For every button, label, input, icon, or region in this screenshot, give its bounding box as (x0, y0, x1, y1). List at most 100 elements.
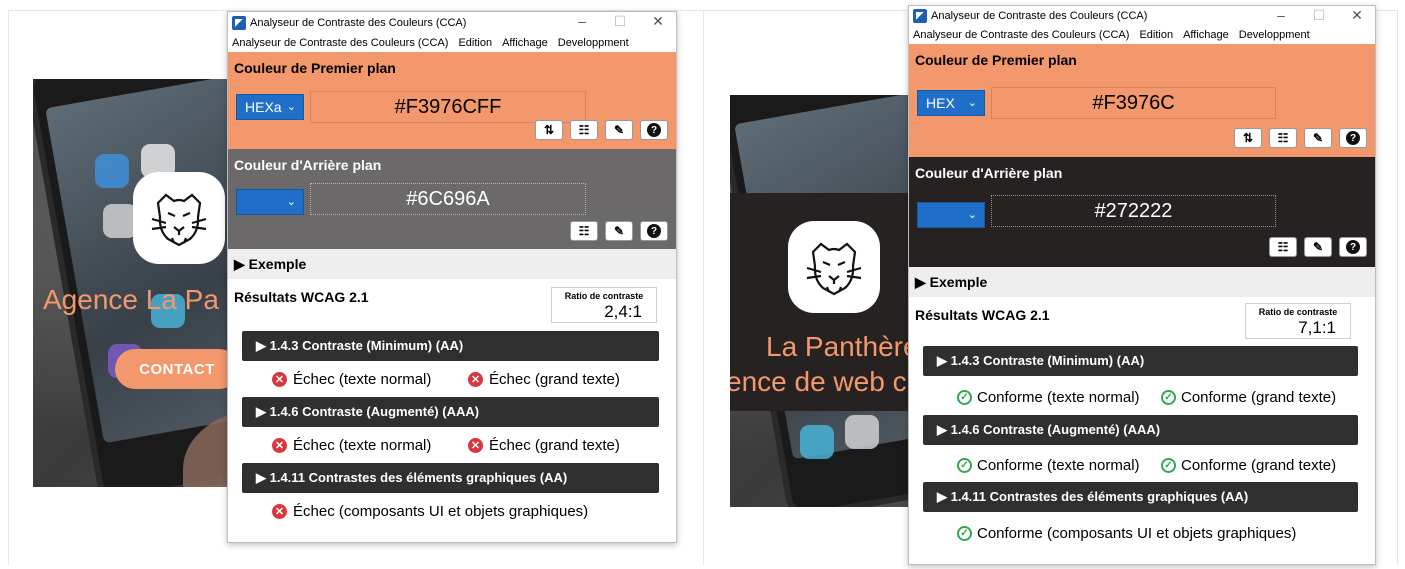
menu-item-affichage[interactable]: Affichage (502, 37, 548, 49)
background-hex-input[interactable]: #6C696A (310, 183, 586, 215)
sliders-button[interactable]: ☷ (570, 120, 598, 140)
criterion-1-4-3[interactable]: ▶ 1.4.3 Contraste (Minimum) (AA) (923, 346, 1358, 376)
window-title: Analyseur de Contraste des Couleurs (CCA… (931, 10, 1148, 22)
help-button[interactable]: ? (1339, 128, 1367, 148)
close-button[interactable]: ✕ (1349, 7, 1365, 24)
panther-logo-icon (806, 242, 862, 296)
foreground-hex-input[interactable]: #F3976C (991, 87, 1276, 119)
result-large-text: ✓ Conforme (grand texte) (1161, 389, 1336, 406)
sliders-button[interactable]: ☷ (1269, 237, 1297, 257)
check-circle-icon: ✓ (1161, 390, 1176, 405)
help-button[interactable]: ? (640, 221, 668, 241)
maximize-button[interactable]: ☐ (1311, 7, 1327, 24)
eyedropper-icon: ✎ (613, 123, 625, 137)
app-icon (95, 154, 129, 188)
cca-window-right: Analyseur de Contraste des Couleurs (CCA… (908, 5, 1376, 565)
ratio-label: Ratio de contraste (564, 291, 644, 301)
background-panel: Couleur d'Arrière plan ⌄ #272222 ☷ ✎ ? (909, 157, 1375, 267)
swap-colors-button[interactable]: ⇅ (535, 120, 563, 140)
center-divider (703, 10, 704, 565)
results-title: Résultats WCAG 2.1 (234, 289, 369, 305)
sliders-button[interactable]: ☷ (570, 221, 598, 241)
error-circle-icon: ✕ (468, 438, 483, 453)
menu-item-affichage[interactable]: Affichage (1183, 29, 1229, 41)
swap-colors-button[interactable]: ⇅ (1234, 128, 1262, 148)
result-label: Échec (grand texte) (489, 371, 620, 388)
help-icon: ? (1346, 131, 1360, 145)
result-label: Conforme (grand texte) (1181, 389, 1337, 406)
cca-window-left: Analyseur de Contraste des Couleurs (CCA… (227, 11, 677, 543)
maximize-button[interactable]: ☐ (612, 13, 628, 30)
background-tools: ☷ ✎ ? (1269, 237, 1367, 257)
menu-bar: Analyseur de Contraste des Couleurs (CCA… (228, 34, 676, 52)
ratio-label: Ratio de contraste (1258, 307, 1338, 317)
background-hex-input[interactable]: #272222 (991, 195, 1276, 227)
criterion-1-4-11[interactable]: ▶ 1.4.11 Contrastes des éléments graphiq… (923, 482, 1358, 512)
sliders-button[interactable]: ☷ (1269, 128, 1297, 148)
result-label: Échec (texte normal) (293, 371, 432, 388)
criterion-1-4-6[interactable]: ▶ 1.4.6 Contraste (Augmenté) (AAA) (923, 415, 1358, 445)
foreground-hex-input[interactable]: #F3976CFF (310, 91, 586, 123)
result-label: Échec (texte normal) (293, 437, 432, 454)
eyedropper-button[interactable]: ✎ (605, 221, 633, 241)
contact-button[interactable]: CONTACT (115, 349, 239, 389)
chevron-down-icon: ⌄ (286, 196, 296, 208)
background-format-select[interactable]: ⌄ (917, 202, 985, 228)
chevron-down-icon: ⌄ (286, 101, 296, 113)
minimize-button[interactable]: – (574, 13, 590, 30)
criterion-1-4-3[interactable]: ▶ 1.4.3 Contraste (Minimum) (AA) (242, 331, 659, 361)
foreground-format-select[interactable]: HEX ⌄ (917, 90, 985, 116)
help-icon: ? (1346, 240, 1360, 254)
check-circle-icon: ✓ (1161, 458, 1176, 473)
cca-app-icon (913, 9, 927, 23)
foreground-title: Couleur de Premier plan (915, 52, 1077, 68)
foreground-format-select[interactable]: HEXa ⌄ (236, 94, 304, 120)
panther-logo (788, 221, 880, 313)
background-tools: ☷ ✎ ? (570, 221, 668, 241)
menu-item-cca[interactable]: Analyseur de Contraste des Couleurs (CCA… (913, 29, 1129, 41)
help-button[interactable]: ? (640, 120, 668, 140)
check-circle-icon: ✓ (957, 526, 972, 541)
close-button[interactable]: ✕ (650, 13, 666, 30)
title-bar: Analyseur de Contraste des Couleurs (CCA… (228, 12, 676, 34)
help-icon: ? (647, 224, 661, 238)
check-circle-icon: ✓ (957, 390, 972, 405)
result-normal-text: ✕ Échec (texte normal) (272, 437, 431, 454)
app-icon (800, 425, 834, 459)
menu-item-cca[interactable]: Analyseur de Contraste des Couleurs (CCA… (232, 37, 448, 49)
site-heading: Agence La Pa (43, 284, 219, 315)
error-circle-icon: ✕ (272, 504, 287, 519)
eyedropper-button[interactable]: ✎ (1304, 128, 1332, 148)
result-large-text: ✕ Échec (grand texte) (468, 437, 620, 454)
menu-item-developpment[interactable]: Developpment (1239, 29, 1310, 41)
swap-icon: ⇅ (543, 123, 555, 137)
eyedropper-button[interactable]: ✎ (605, 120, 633, 140)
panther-logo-icon (151, 193, 207, 247)
result-label: Conforme (texte normal) (977, 389, 1140, 406)
help-button[interactable]: ? (1339, 237, 1367, 257)
example-toggle[interactable]: ▶ Exemple (228, 249, 676, 279)
background-title: Couleur d'Arrière plan (915, 165, 1063, 181)
example-toggle[interactable]: ▶ Exemple (909, 267, 1375, 297)
eyedropper-button[interactable]: ✎ (1304, 237, 1332, 257)
background-format-select[interactable]: ⌄ (236, 189, 304, 215)
menu-item-edition[interactable]: Edition (458, 37, 492, 49)
result-ui-components: ✓ Conforme (composants UI et objets grap… (957, 525, 1296, 542)
chevron-down-icon: ⌄ (967, 209, 977, 221)
criterion-1-4-11[interactable]: ▶ 1.4.11 Contrastes des éléments graphiq… (242, 463, 659, 493)
result-normal-text: ✓ Conforme (texte normal) (957, 389, 1140, 406)
result-label: Conforme (texte normal) (977, 457, 1140, 474)
menu-item-developpment[interactable]: Developpment (558, 37, 629, 49)
foreground-panel: Couleur de Premier plan HEXa ⌄ #F3976CFF… (228, 52, 676, 149)
site-heading: La Panthère (766, 331, 919, 362)
sliders-icon: ☷ (578, 224, 590, 238)
panther-logo (133, 172, 225, 264)
sliders-icon: ☷ (1277, 240, 1289, 254)
result-normal-text: ✕ Échec (texte normal) (272, 371, 431, 388)
menu-item-edition[interactable]: Edition (1139, 29, 1173, 41)
criterion-1-4-6[interactable]: ▶ 1.4.6 Contraste (Augmenté) (AAA) (242, 397, 659, 427)
minimize-button[interactable]: – (1273, 7, 1289, 24)
site-subheading: ence de web c (730, 366, 907, 397)
sliders-icon: ☷ (578, 123, 590, 137)
results-title: Résultats WCAG 2.1 (915, 307, 1050, 323)
